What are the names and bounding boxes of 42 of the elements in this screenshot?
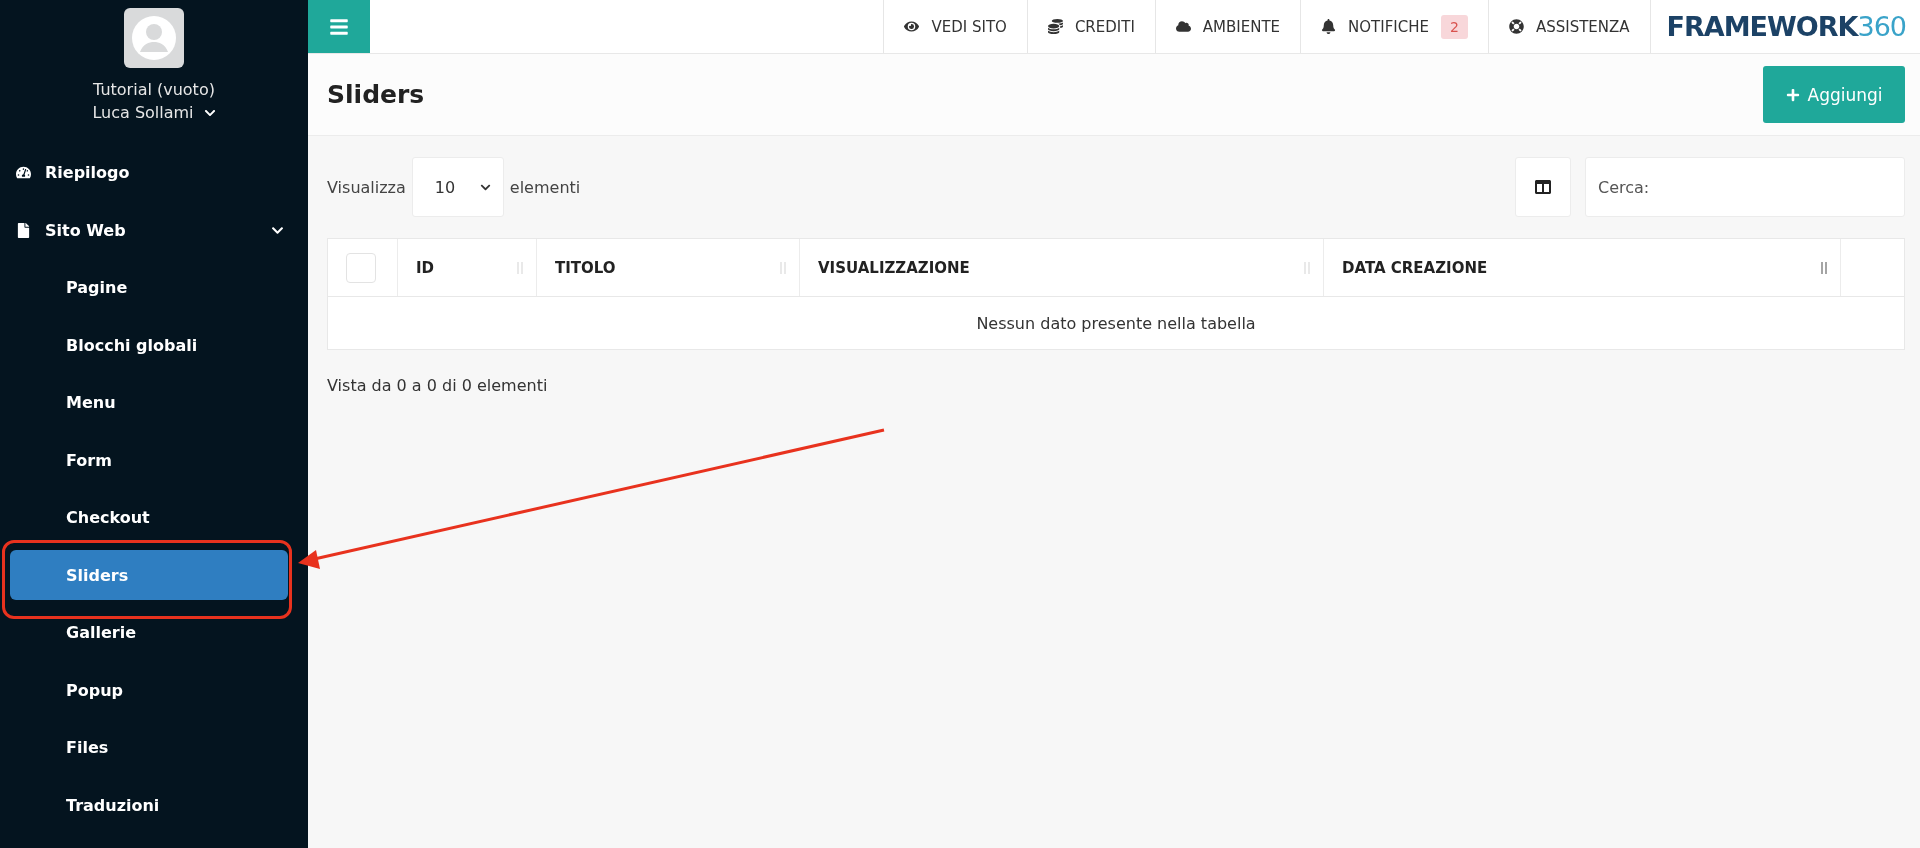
dashboard-icon — [16, 165, 31, 181]
nav-subitem[interactable]: Checkout — [10, 508, 288, 528]
show-label: Visualizza — [327, 177, 406, 197]
column-header[interactable]: VISUALIZZAZIONE — [800, 239, 1324, 296]
nav-subitem[interactable]: Files — [10, 738, 288, 758]
user-silhouette-icon — [131, 15, 177, 61]
sort-icon — [1820, 260, 1828, 275]
search-field[interactable]: Cerca: — [1585, 157, 1905, 217]
column-header[interactable]: ID — [398, 239, 537, 296]
columns-button[interactable] — [1515, 157, 1571, 217]
nav-subitem[interactable]: Form — [10, 450, 288, 470]
cloud-icon — [1175, 19, 1191, 34]
column-header[interactable]: TITOLO — [537, 239, 800, 296]
plus-icon — [1785, 87, 1800, 102]
nav-subitem[interactable]: Traduzioni — [10, 795, 288, 815]
lifebuoy-icon — [1508, 19, 1524, 34]
notification-count: 2 — [1441, 14, 1468, 39]
eye-icon — [904, 19, 920, 34]
project-name: Tutorial (vuoto) — [92, 80, 216, 99]
nav-subitem[interactable]: Gallerie — [10, 623, 288, 643]
nav-subitem[interactable]: Blocchi globali — [10, 335, 288, 355]
user-name[interactable]: Luca Sollami — [92, 103, 194, 122]
empty-table-message: Nessun dato presente nella tabella — [975, 312, 1257, 335]
columns-icon — [1535, 179, 1551, 195]
nav-subitem[interactable]: Popup — [10, 680, 288, 700]
select-all-checkbox[interactable] — [346, 252, 376, 283]
page-length-select[interactable]: 10 — [411, 157, 504, 217]
nav-item[interactable]: Sito Web — [0, 201, 308, 259]
nav-subitem[interactable]: Menu — [10, 393, 288, 413]
show-suffix: elementi — [509, 177, 581, 197]
table-info: Vista da 0 a 0 di 0 elementi — [327, 376, 549, 395]
coins-icon — [1047, 19, 1063, 34]
menu-icon — [329, 16, 349, 37]
nav-subitem[interactable]: Pagine — [10, 278, 288, 298]
column-header[interactable]: DATA CREAZIONE — [1324, 239, 1841, 296]
nav-item[interactable]: Riepilogo — [0, 144, 308, 202]
file-icon — [16, 222, 31, 238]
page-title: Sliders — [327, 80, 425, 109]
menu-button[interactable] — [308, 0, 370, 53]
logo: FRAMEWORK360 — [1649, 0, 1920, 53]
nav-subitem[interactable]: Sliders — [10, 550, 288, 601]
bell-icon — [1321, 19, 1337, 34]
